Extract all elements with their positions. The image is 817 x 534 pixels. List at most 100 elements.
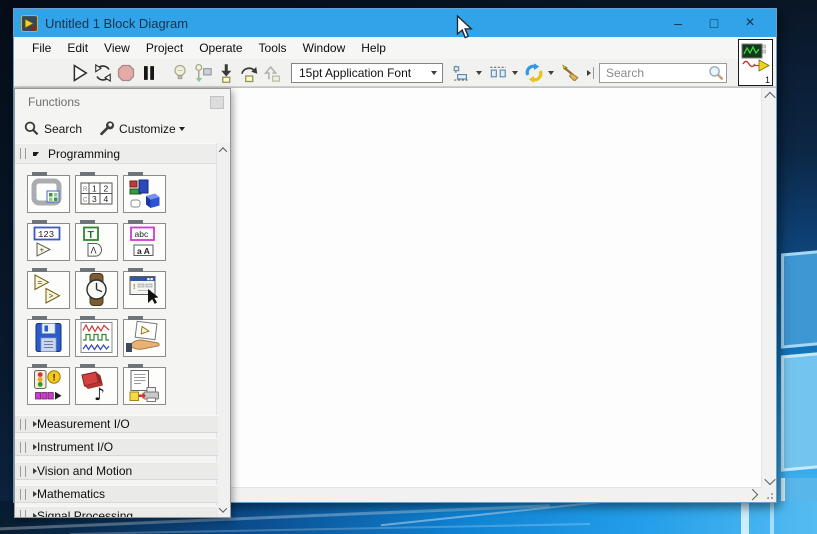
customize-dropdown-caret-icon[interactable]: [178, 126, 185, 131]
run-continuously-icon[interactable]: [93, 63, 113, 83]
section-label: Programming: [48, 146, 121, 161]
palette-item-waveform[interactable]: [75, 316, 118, 357]
palette-section-instrument-io[interactable]: Instrument I/O: [15, 438, 218, 456]
svg-text:3: 3: [92, 194, 97, 204]
menu-operate[interactable]: Operate: [191, 38, 250, 58]
labview-app-icon: [21, 14, 38, 32]
run-icon[interactable]: [70, 63, 90, 83]
highlight-execution-icon: [170, 63, 190, 83]
reorder-dropdown-caret-icon[interactable]: [548, 70, 554, 75]
section-label: Vision and Motion: [37, 464, 133, 478]
collapse-arrow-icon[interactable]: [33, 151, 39, 156]
wallpaper-pane-edge: [741, 503, 749, 534]
align-objects-icon[interactable]: [452, 63, 472, 83]
scroll-right-arrow-icon[interactable]: [746, 488, 761, 503]
functions-palette: Functions Search Customize Programming R…: [14, 88, 231, 518]
section-grip-icon: [20, 441, 26, 453]
palette-section-mathematics[interactable]: Mathematics: [15, 485, 218, 503]
palette-customize-button[interactable]: Customize: [119, 122, 176, 136]
functions-palette-titlebar[interactable]: Functions: [15, 89, 230, 115]
menu-window[interactable]: Window: [295, 38, 354, 58]
svg-text:2: 2: [104, 184, 109, 194]
align-dropdown-caret-icon[interactable]: [476, 70, 482, 75]
vertical-scrollbar[interactable]: [761, 88, 776, 488]
section-grip-icon: [20, 465, 26, 477]
palette-scroll-down-icon[interactable]: [216, 503, 230, 517]
menu-help[interactable]: Help: [353, 38, 394, 58]
svg-text:Λ: Λ: [91, 246, 97, 256]
palette-scrollbar[interactable]: [216, 143, 230, 517]
search-input[interactable]: [600, 65, 707, 80]
palette-item-report-generation[interactable]: [123, 364, 166, 405]
palette-close-button[interactable]: [210, 95, 224, 109]
menu-view[interactable]: View: [96, 38, 138, 58]
palette-item-graphics-sound[interactable]: ♪: [75, 364, 118, 405]
svg-text:123: 123: [38, 230, 54, 240]
reorder-objects-icon[interactable]: [524, 62, 544, 83]
window-title: Untitled 1 Block Diagram: [45, 15, 189, 31]
close-button[interactable]: ×: [732, 9, 768, 37]
search-magnifier-icon[interactable]: [707, 64, 725, 82]
functions-palette-title: Functions: [28, 95, 81, 109]
svg-text:R: R: [83, 187, 88, 193]
menu-edit[interactable]: Edit: [59, 38, 96, 58]
palette-item-file-io[interactable]: [27, 316, 70, 357]
distribute-dropdown-caret-icon[interactable]: [512, 70, 518, 75]
abort-execution-icon: [116, 63, 136, 83]
palette-item-timing[interactable]: [75, 268, 118, 309]
section-label: Measurement I/O: [37, 417, 130, 431]
palette-item-application-control[interactable]: [123, 316, 166, 357]
scroll-down-arrow-icon[interactable]: [762, 473, 777, 488]
palette-item-structures[interactable]: [27, 172, 70, 213]
pause-icon[interactable]: [139, 63, 159, 83]
section-grip-icon: [20, 418, 26, 430]
window-controls: – □ ×: [660, 9, 768, 37]
palette-section-vision-and-motion[interactable]: Vision and Motion: [15, 462, 218, 480]
palette-section-programming[interactable]: Programming: [15, 143, 218, 164]
palette-item-array[interactable]: RC1234: [75, 172, 118, 213]
palette-item-synchronization[interactable]: !: [27, 364, 70, 405]
vi-icon[interactable]: 1: [738, 39, 773, 86]
svg-text:♪: ♪: [94, 385, 105, 404]
step-out-icon: [262, 63, 282, 83]
chevron-down-icon: [431, 70, 437, 75]
palette-item-boolean[interactable]: TΛ: [75, 220, 118, 261]
svg-text:C: C: [83, 198, 88, 204]
window-resize-grip[interactable]: [761, 487, 776, 502]
palette-search-icon: [23, 120, 40, 137]
minimize-button[interactable]: –: [660, 9, 696, 37]
svg-text:4: 4: [104, 194, 109, 204]
svg-text:+: +: [40, 246, 45, 255]
scroll-up-arrow-icon[interactable]: [762, 88, 777, 103]
search-box[interactable]: [599, 62, 727, 83]
menu-file[interactable]: File: [24, 38, 59, 58]
distribute-objects-icon[interactable]: [488, 63, 508, 83]
vi-icon-badge: 1: [764, 75, 770, 85]
palette-item-comparison[interactable]: = >: [27, 268, 70, 309]
palette-scroll-up-icon[interactable]: [216, 143, 230, 157]
step-over-icon[interactable]: [239, 63, 259, 83]
svg-text:abc: abc: [135, 229, 149, 239]
svg-text:!: !: [53, 373, 56, 384]
svg-text:>: >: [49, 292, 54, 301]
step-into-icon[interactable]: [216, 63, 236, 83]
palette-item-numeric[interactable]: 123 +: [27, 220, 70, 261]
maximize-button[interactable]: □: [696, 9, 732, 37]
palette-section-measurement-io[interactable]: Measurement I/O: [15, 415, 218, 433]
palette-search-button[interactable]: Search: [44, 122, 82, 136]
retain-wire-values-icon: [193, 63, 213, 83]
font-selector[interactable]: 15pt Application Font: [291, 62, 443, 83]
wallpaper-window-pane: [781, 352, 817, 472]
menu-tools[interactable]: Tools: [251, 38, 295, 58]
clean-up-diagram-icon[interactable]: [560, 63, 580, 83]
palette-item-dialog-user-interface[interactable]: !: [123, 268, 166, 309]
menu-project[interactable]: Project: [138, 38, 191, 58]
wallpaper-pane-edge: [770, 503, 774, 534]
toolbar-overflow-handle[interactable]: [587, 66, 594, 79]
section-label: Signal Processing: [37, 508, 134, 518]
palette-item-cluster-class-variant[interactable]: [123, 172, 166, 213]
palette-item-string[interactable]: abc a A: [123, 220, 166, 261]
palette-section-signal-processing[interactable]: Signal Processing: [15, 506, 218, 518]
titlebar[interactable]: Untitled 1 Block Diagram – □ ×: [14, 9, 776, 37]
svg-text:=: =: [38, 278, 43, 287]
